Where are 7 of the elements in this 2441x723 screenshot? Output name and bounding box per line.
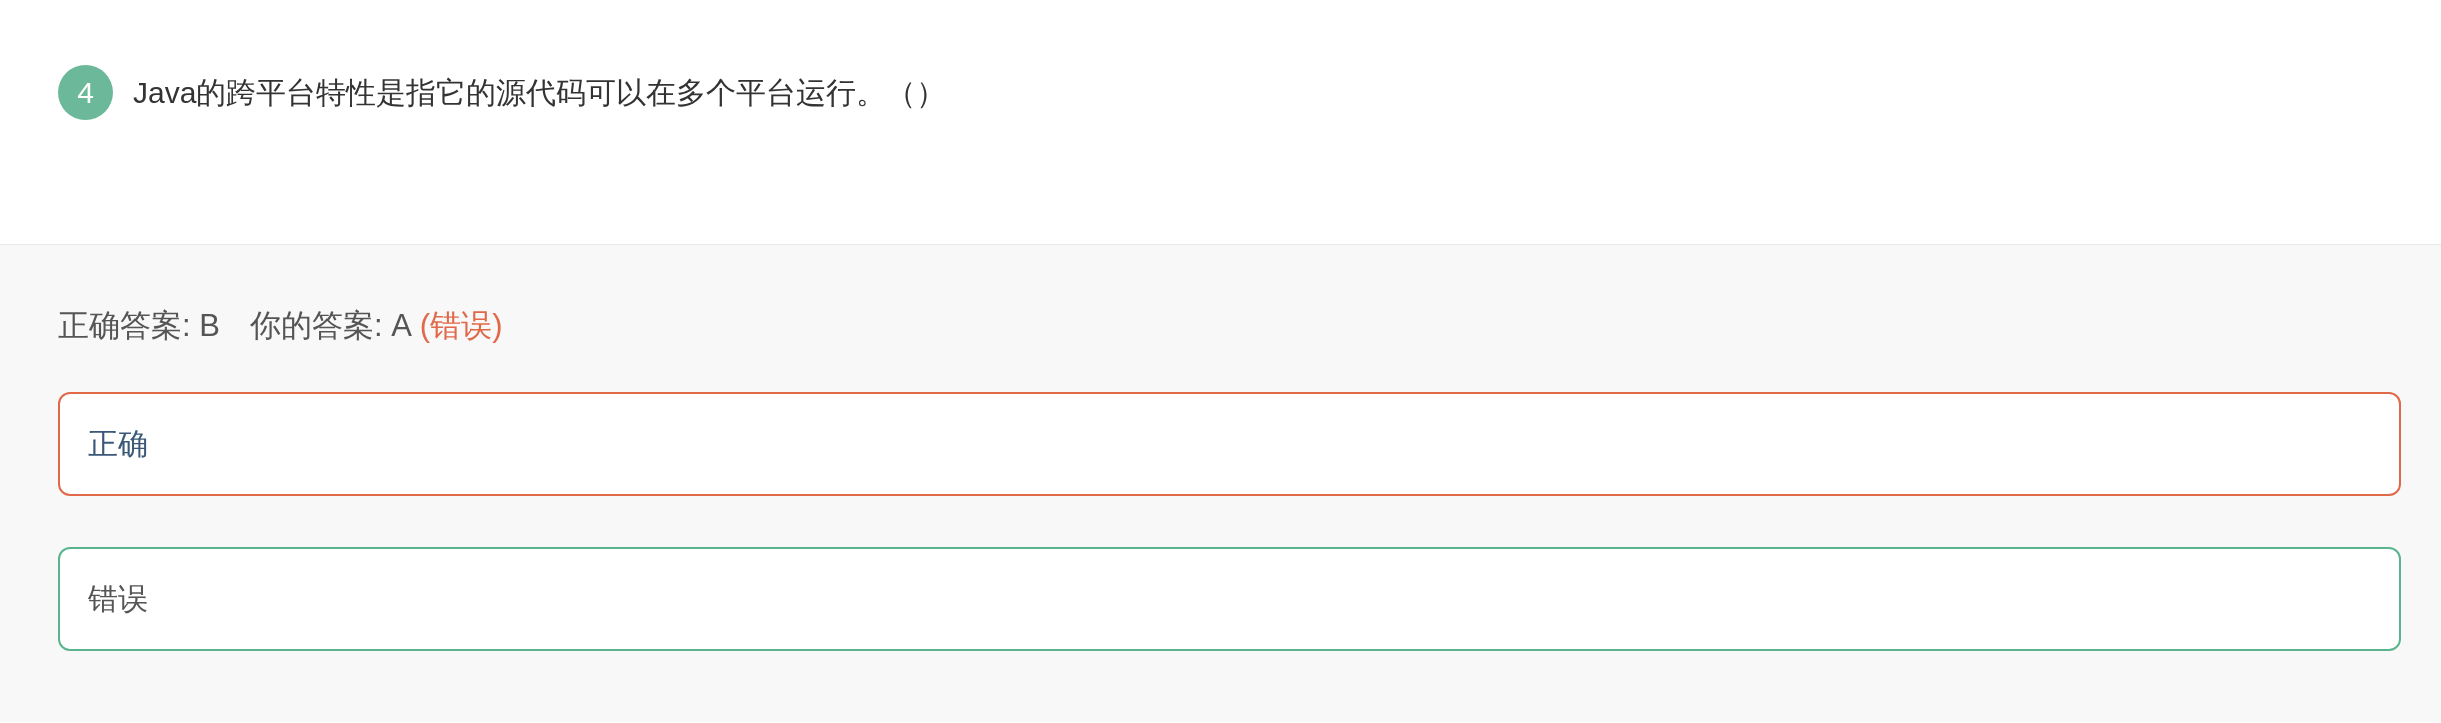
your-answer-text: 你的答案: A (249, 307, 412, 345)
question-number: 4 (58, 65, 113, 120)
correct-answer-text: 正确答案: B (58, 307, 220, 345)
verdict-text: (错误) (419, 307, 503, 345)
question-text: Java的跨平台特性是指它的源代码可以在多个平台运行。（） (133, 75, 947, 111)
answer-option[interactable]: 错误 (58, 547, 2401, 651)
answer-option[interactable]: 正确 (58, 392, 2401, 496)
